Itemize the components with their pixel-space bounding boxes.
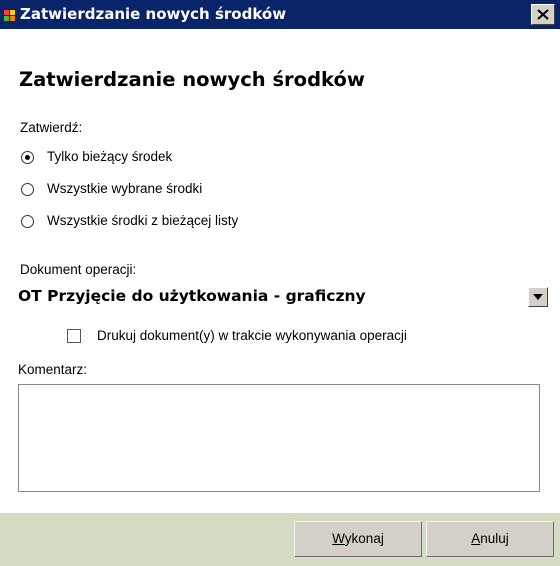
radio-current-asset[interactable] <box>21 151 34 164</box>
radio-current-asset-label[interactable]: Tylko bieżący środek <box>47 149 172 165</box>
execute-button-access-key: W <box>332 531 345 546</box>
print-documents-checkbox[interactable] <box>67 329 81 343</box>
document-label: Dokument operacji: <box>20 262 137 277</box>
cancel-button[interactable]: Anuluj <box>426 521 554 557</box>
title-bar[interactable]: Zatwierdzanie nowych środków <box>0 0 560 29</box>
close-button[interactable] <box>531 4 555 25</box>
dialog-heading: Zatwierdzanie nowych środków <box>19 68 365 91</box>
comment-textarea[interactable] <box>18 384 540 492</box>
comment-label: Komentarz: <box>18 362 88 377</box>
chevron-down-icon <box>533 294 543 300</box>
cancel-button-access-key: A <box>471 531 481 546</box>
radio-all-list-assets[interactable] <box>21 215 34 228</box>
radio-selected-assets-label[interactable]: Wszystkie wybrane środki <box>47 181 202 197</box>
radio-all-list-assets-label[interactable]: Wszystkie środki z bieżącej listy <box>47 213 238 229</box>
radio-selected-assets[interactable] <box>21 183 34 196</box>
document-select-dropdown-button[interactable] <box>528 287 548 307</box>
document-select[interactable]: OT Przyjęcie do użytkowania - graficzny <box>18 284 548 308</box>
close-icon <box>537 9 549 20</box>
execute-button-label: ykonaj <box>344 531 384 546</box>
cancel-button-label: nuluj <box>480 531 509 546</box>
app-icon <box>4 9 16 21</box>
approve-label: Zatwierdź: <box>20 120 83 135</box>
print-documents-label[interactable]: Drukuj dokument(y) w trakcie wykonywania… <box>97 328 407 344</box>
document-select-value: OT Przyjęcie do użytkowania - graficzny <box>18 287 366 305</box>
radio-selected-dot <box>25 155 30 160</box>
window-title: Zatwierdzanie nowych środków <box>20 5 287 23</box>
button-bar: Wykonaj Anuluj <box>0 513 560 566</box>
approve-new-assets-dialog: Zatwierdzanie nowych środków Zatwierdzan… <box>0 0 560 566</box>
execute-button[interactable]: Wykonaj <box>294 521 422 557</box>
